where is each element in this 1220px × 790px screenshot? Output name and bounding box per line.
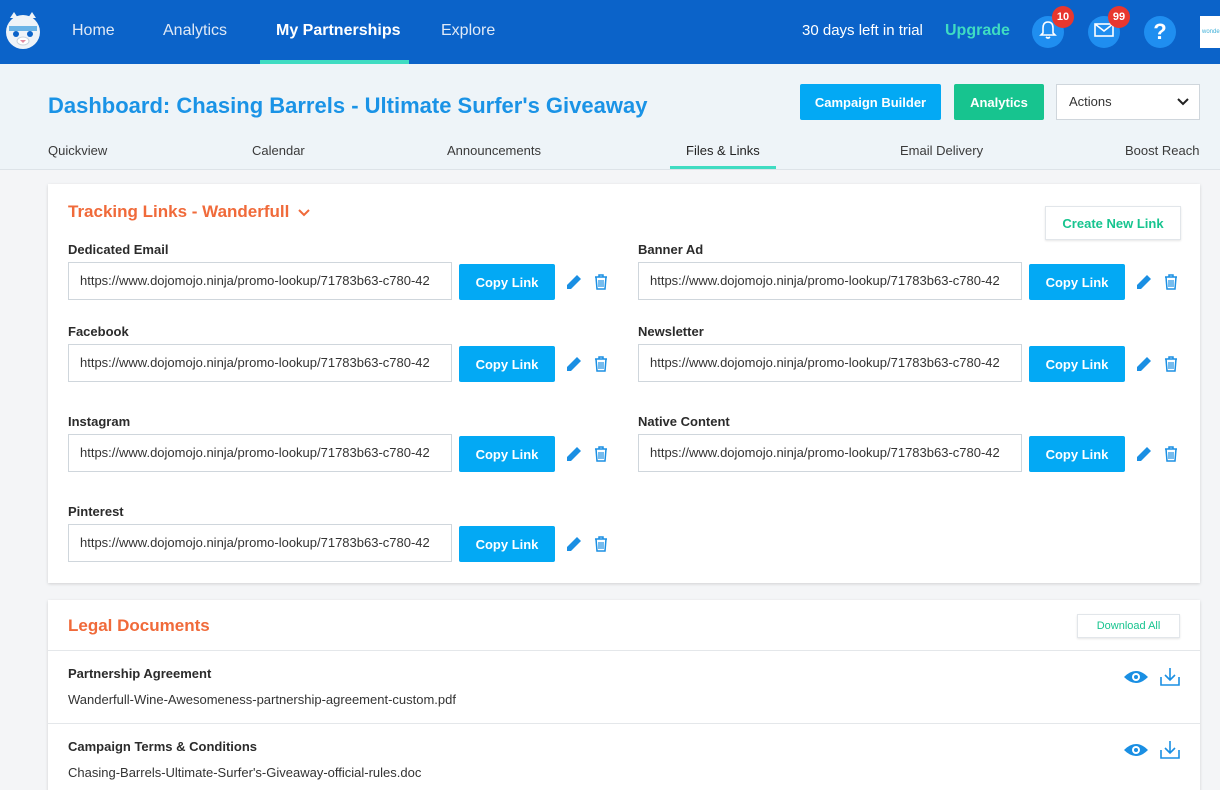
doc-filename: Wanderfull-Wine-Awesomeness-partnership-…: [68, 692, 456, 707]
nav-explore[interactable]: Explore: [441, 0, 495, 64]
trash-icon[interactable]: [593, 355, 611, 373]
link-label: Pinterest: [68, 504, 124, 519]
download-icon[interactable]: [1159, 740, 1181, 760]
brand-avatar[interactable]: wonde: [1200, 16, 1220, 48]
create-new-link-button[interactable]: Create New Link: [1045, 206, 1181, 240]
link-url-field[interactable]: https://www.dojomojo.ninja/promo-lookup/…: [68, 262, 452, 300]
download-all-button[interactable]: Download All: [1077, 614, 1180, 638]
trash-icon[interactable]: [593, 535, 611, 553]
link-label: Banner Ad: [638, 242, 704, 257]
doc-title: Partnership Agreement: [68, 666, 212, 681]
link-url-field[interactable]: https://www.dojomojo.ninja/promo-lookup/…: [68, 344, 452, 382]
notifications-button[interactable]: 10: [1032, 6, 1074, 48]
tracking-title-text: Tracking Links - Wanderfull: [68, 202, 290, 221]
legal-documents-title: Legal Documents: [68, 616, 210, 635]
chevron-down-icon: [1177, 85, 1189, 132]
top-nav: Home Analytics My Partnerships Explore 3…: [0, 0, 1220, 64]
actions-label: Actions: [1069, 94, 1112, 109]
copy-link-button[interactable]: Copy Link: [459, 346, 555, 382]
tracking-links-title[interactable]: Tracking Links - Wanderfull: [68, 202, 310, 223]
link-url-field[interactable]: https://www.dojomojo.ninja/promo-lookup/…: [638, 434, 1022, 472]
link-label: Native Content: [638, 414, 730, 429]
trash-icon[interactable]: [1163, 355, 1181, 373]
link-label: Dedicated Email: [68, 242, 169, 257]
copy-link-button[interactable]: Copy Link: [459, 436, 555, 472]
tiger-logo-icon[interactable]: [4, 10, 42, 52]
pencil-icon[interactable]: [1135, 355, 1153, 373]
trash-icon[interactable]: [1163, 445, 1181, 463]
chevron-down-icon: [298, 203, 310, 223]
link-label: Facebook: [68, 324, 129, 339]
messages-badge: 99: [1108, 6, 1130, 28]
trash-icon[interactable]: [593, 445, 611, 463]
tab-quickview[interactable]: Quickview: [48, 143, 107, 158]
notifications-badge: 10: [1052, 6, 1074, 28]
tab-files-links[interactable]: Files & Links: [686, 143, 760, 158]
pencil-icon[interactable]: [565, 355, 583, 373]
upgrade-link[interactable]: Upgrade: [945, 0, 1010, 62]
pencil-icon[interactable]: [565, 273, 583, 291]
pencil-icon[interactable]: [1135, 273, 1153, 291]
help-icon: ?: [1153, 19, 1167, 44]
legal-documents-card: Legal Documents Download All Partnership…: [48, 600, 1200, 790]
copy-link-button[interactable]: Copy Link: [1029, 436, 1125, 472]
messages-button[interactable]: 99: [1088, 6, 1130, 48]
doc-title: Campaign Terms & Conditions: [68, 739, 257, 754]
copy-link-button[interactable]: Copy Link: [1029, 346, 1125, 382]
actions-dropdown[interactable]: Actions: [1056, 84, 1200, 120]
analytics-button[interactable]: Analytics: [954, 84, 1044, 120]
copy-link-button[interactable]: Copy Link: [1029, 264, 1125, 300]
link-label: Instagram: [68, 414, 131, 429]
tab-calendar[interactable]: Calendar: [252, 143, 305, 158]
pencil-icon[interactable]: [565, 445, 583, 463]
eye-icon[interactable]: [1123, 742, 1149, 760]
tab-email-delivery[interactable]: Email Delivery: [900, 143, 983, 158]
link-url-field[interactable]: https://www.dojomojo.ninja/promo-lookup/…: [638, 344, 1022, 382]
link-url-field[interactable]: https://www.dojomojo.ninja/promo-lookup/…: [638, 262, 1022, 300]
eye-icon[interactable]: [1123, 669, 1149, 687]
trash-icon[interactable]: [1163, 273, 1181, 291]
download-icon[interactable]: [1159, 667, 1181, 687]
help-button[interactable]: ?: [1144, 16, 1176, 48]
copy-link-button[interactable]: Copy Link: [459, 264, 555, 300]
link-label: Newsletter: [638, 324, 704, 339]
tracking-links-card: Tracking Links - Wanderfull Create New L…: [48, 184, 1200, 583]
trash-icon[interactable]: [593, 273, 611, 291]
divider: [48, 723, 1200, 724]
nav-home[interactable]: Home: [72, 0, 115, 64]
link-url-field[interactable]: https://www.dojomojo.ninja/promo-lookup/…: [68, 434, 452, 472]
dashboard-header: Dashboard: Chasing Barrels - Ultimate Su…: [0, 64, 1220, 170]
divider: [48, 650, 1200, 651]
tab-active-indicator: [670, 166, 776, 169]
tab-announcements[interactable]: Announcements: [447, 143, 541, 158]
doc-filename: Chasing-Barrels-Ultimate-Surfer's-Giveaw…: [68, 765, 422, 780]
link-url-field[interactable]: https://www.dojomojo.ninja/promo-lookup/…: [68, 524, 452, 562]
nav-my-partnerships[interactable]: My Partnerships: [276, 0, 400, 64]
trial-text: 30 days left in trial: [802, 22, 923, 39]
pencil-icon[interactable]: [565, 535, 583, 553]
tab-boost-reach[interactable]: Boost Reach: [1125, 143, 1199, 158]
page-title: Dashboard: Chasing Barrels - Ultimate Su…: [48, 93, 648, 118]
pencil-icon[interactable]: [1135, 445, 1153, 463]
nav-analytics[interactable]: Analytics: [163, 0, 227, 64]
copy-link-button[interactable]: Copy Link: [459, 526, 555, 562]
campaign-builder-button[interactable]: Campaign Builder: [800, 84, 941, 120]
